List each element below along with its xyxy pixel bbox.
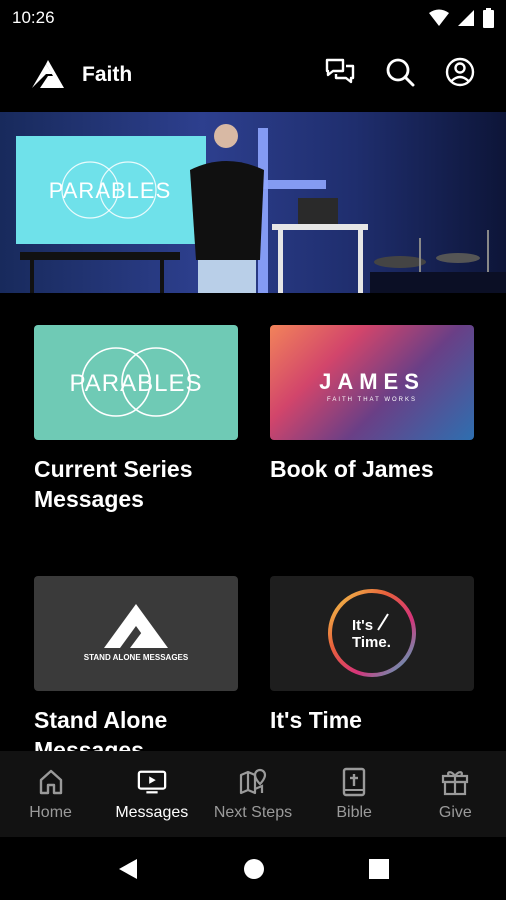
thumb-stand-alone-text: STAND ALONE MESSAGES <box>84 653 189 662</box>
nav-item-messages[interactable]: Messages <box>101 751 202 837</box>
map-pin-icon <box>239 768 267 795</box>
series-card-stand-alone[interactable]: STAND ALONE MESSAGES Stand Alone Message… <box>34 576 238 751</box>
battery-icon <box>483 8 494 28</box>
thumb-time-text: Time. <box>352 634 391 651</box>
system-navigation-bar <box>0 837 506 900</box>
nav-label-home: Home <box>29 804 72 821</box>
nav-item-next-steps[interactable]: Next Steps <box>202 751 303 837</box>
nav-label-next-steps: Next Steps <box>213 804 293 821</box>
series-grid: PARABLES Current Series Messages JAMES F… <box>0 293 506 751</box>
app-bar: Faith <box>0 36 506 112</box>
thumb-parables-text: PARABLES <box>70 370 203 397</box>
bottom-navigation: Home Messages Next Steps Bible Give <box>0 751 506 837</box>
bible-icon <box>342 767 366 797</box>
search-icon <box>386 58 415 87</box>
account-circle-icon <box>445 57 475 87</box>
series-thumbnail-stand-alone: STAND ALONE MESSAGES <box>34 576 238 691</box>
status-icons <box>429 8 494 28</box>
search-button[interactable] <box>384 56 416 88</box>
recents-icon[interactable] <box>369 858 389 879</box>
nav-item-bible[interactable]: Bible <box>304 751 405 837</box>
hero-stage-image: PARABLES <box>0 112 506 293</box>
hero-screen-text: PARABLES <box>49 178 172 203</box>
thumb-james-subtext: FAITH THAT WORKS <box>327 397 417 403</box>
series-card-title: Book of James <box>270 456 434 482</box>
gift-icon <box>442 771 469 796</box>
profile-button[interactable] <box>444 56 476 88</box>
app-actions <box>324 56 476 88</box>
wifi-icon <box>429 9 449 26</box>
series-card-title: Current Series Messages <box>34 456 193 512</box>
series-thumbnail-its-time: It's Time. <box>270 576 474 691</box>
series-card-title: It's Time <box>270 707 362 733</box>
nav-label-messages: Messages <box>115 804 189 821</box>
series-card-title: Stand Alone Messages <box>34 707 168 751</box>
hero-banner[interactable]: PARABLES <box>0 112 506 293</box>
chat-button[interactable] <box>324 56 356 88</box>
back-icon[interactable] <box>117 857 139 881</box>
thumb-james-text: JAMES <box>319 369 425 394</box>
series-thumbnail-james: JAMES FAITH THAT WORKS <box>270 325 474 440</box>
home-circle-icon[interactable] <box>243 858 265 880</box>
tv-play-icon <box>137 770 167 794</box>
series-card-current[interactable]: PARABLES Current Series Messages <box>34 325 238 514</box>
series-card-its-time[interactable]: It's Time. It's Time <box>270 576 474 735</box>
thumb-its-text: It's <box>352 617 373 634</box>
faith-logo-icon <box>32 60 64 88</box>
home-icon <box>39 769 62 795</box>
app-title: Faith <box>82 63 133 86</box>
nav-label-give: Give <box>438 804 472 821</box>
status-time: 10:26 <box>12 8 55 27</box>
status-bar: 10:26 <box>0 0 506 36</box>
nav-item-give[interactable]: Give <box>405 751 506 837</box>
nav-label-bible: Bible <box>336 804 372 821</box>
chat-icon <box>325 58 355 84</box>
series-thumbnail-parables: PARABLES <box>34 325 238 440</box>
nav-item-home[interactable]: Home <box>0 751 101 837</box>
cellular-signal-icon <box>458 10 474 26</box>
series-card-james[interactable]: JAMES FAITH THAT WORKS Book of James <box>270 325 474 484</box>
